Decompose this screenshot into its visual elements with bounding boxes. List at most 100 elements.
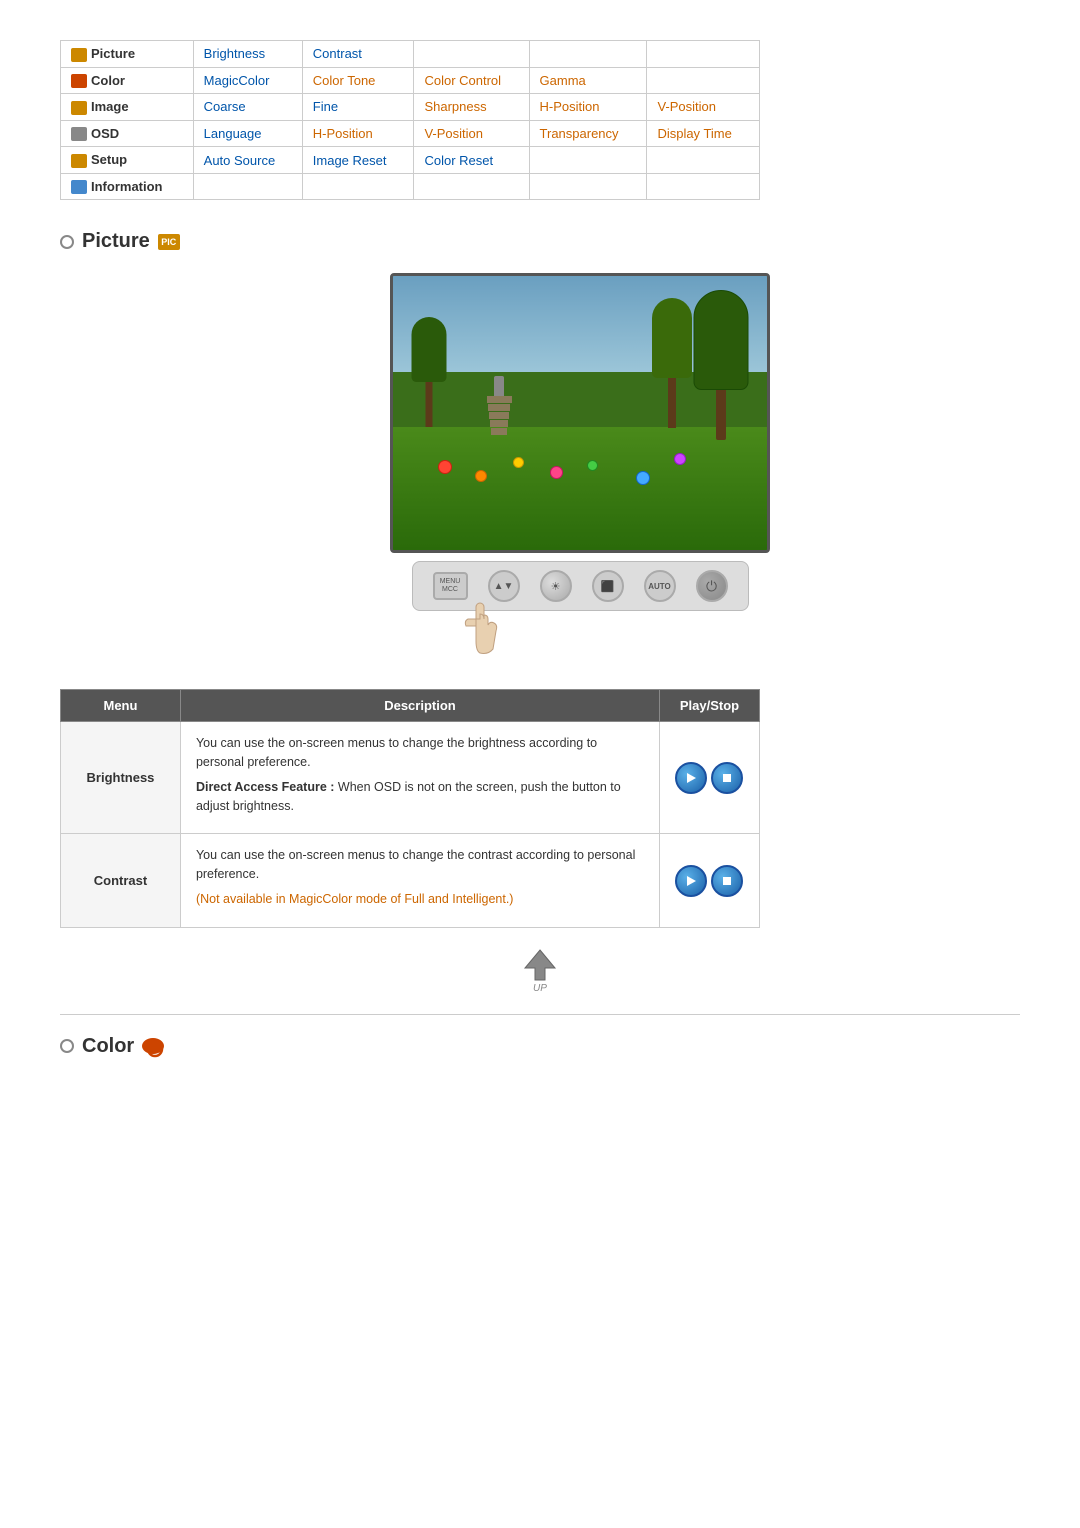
picture-section-heading: Picture PIC [60,230,1020,253]
stop-button-1[interactable] [711,865,743,897]
nav-link-text: Language [204,126,262,141]
up-arrow-container: UP [60,948,1020,994]
nav-label-color: Color [91,73,125,88]
menu-button-label: MENUMCC [440,578,461,595]
play-buttons-0 [675,762,744,794]
nav-link-text: Color Tone [313,73,376,88]
nav-link-3-2[interactable]: V-Position [414,120,529,147]
nav-link-0-4 [647,41,760,68]
table-desc-contrast: You can use the on-screen menus to chang… [180,834,659,927]
color-circle-icon [60,1039,74,1053]
brightness-button[interactable]: ☀ [540,570,572,602]
nav-link-text: Auto Source [204,153,276,168]
nav-link-4-1[interactable]: Image Reset [302,147,414,174]
stop-button-0[interactable] [711,762,743,794]
nav-link-2-3[interactable]: H-Position [529,94,647,121]
nav-link-text: Color Reset [424,153,493,168]
nav-link-text: Display Time [657,126,731,141]
nav-link-4-0[interactable]: Auto Source [193,147,302,174]
play-button-1[interactable] [675,865,707,897]
nav-link-3-4[interactable]: Display Time [647,120,760,147]
nav-link-2-2[interactable]: Sharpness [414,94,529,121]
section-divider [60,1014,1020,1015]
nav-link-text: Color Control [424,73,501,88]
nav-icon-image [71,101,87,115]
nav-link-5-3 [529,173,647,200]
nav-menu-item-information[interactable]: Information [61,173,194,200]
play-button-0[interactable] [675,762,707,794]
color-icon-badge [142,1038,164,1054]
play-buttons-1 [675,865,744,897]
page-wrapper: Picture Brightness Contrast Color MagicColor… [0,0,1080,1118]
nav-link-2-4[interactable]: V-Position [647,94,760,121]
nav-link-text: Brightness [204,46,265,61]
nav-button-label: ▲▼ [494,581,514,592]
auto-button[interactable]: AUTO [644,570,676,602]
desc-line-1-0: You can use the on-screen menus to chang… [196,846,644,884]
nav-link-5-4 [647,173,760,200]
menu-button[interactable]: MENUMCC [433,572,468,600]
nav-link-3-1[interactable]: H-Position [302,120,414,147]
nav-menu-item-osd[interactable]: OSD [61,120,194,147]
up-arrow-svg [520,948,560,983]
nav-link-text: Coarse [204,99,246,114]
nav-link-1-3[interactable]: Gamma [529,67,647,94]
nav-link-5-0 [193,173,302,200]
nav-menu-item-picture[interactable]: Picture [61,41,194,68]
nav-link-1-2[interactable]: Color Control [414,67,529,94]
garden-bg [393,276,767,550]
nav-button[interactable]: ▲▼ [488,570,520,602]
desc-line-0-0: You can use the on-screen menus to chang… [196,734,644,772]
desc-line-1-1: (Not available in MagicColor mode of Ful… [196,890,644,909]
table-header-description: Description [180,690,659,722]
nav-link-text: Sharpness [424,99,486,114]
nav-link-2-1[interactable]: Fine [302,94,414,121]
monitor-screen [390,273,770,553]
table-menu-brightness: Brightness [61,722,181,834]
monitor-container: MENUMCC ▲▼ ☀ ⬛ AUTO ⏻ [140,273,1020,659]
nav-link-text: V-Position [424,126,483,141]
nav-link-text: H-Position [313,126,373,141]
hand-cursor-area [458,601,503,659]
nav-link-2-0[interactable]: Coarse [193,94,302,121]
nav-link-text: V-Position [657,99,716,114]
nav-link-0-1[interactable]: Contrast [302,41,414,68]
nav-link-text: Transparency [540,126,619,141]
nav-link-3-3[interactable]: Transparency [529,120,647,147]
select-button[interactable]: ⬛ [592,570,624,602]
nav-icon-color [71,74,87,88]
power-button[interactable]: ⏻ [696,570,728,602]
nav-label-information: Information [91,179,163,194]
up-arrow-icon: UP [520,948,560,994]
color-section: Color [60,1035,1020,1058]
table-desc-brightness: You can use the on-screen menus to chang… [180,722,659,834]
nav-link-text: MagicColor [204,73,270,88]
nav-menu-item-image[interactable]: Image [61,94,194,121]
brightness-button-label: ☀ [551,580,561,593]
nav-link-text: H-Position [540,99,600,114]
color-section-heading: Color [60,1035,1020,1058]
nav-link-4-2[interactable]: Color Reset [414,147,529,174]
nav-link-1-1[interactable]: Color Tone [302,67,414,94]
nav-label-osd: OSD [91,126,119,141]
nav-link-text: Contrast [313,46,362,61]
nav-link-1-4 [647,67,760,94]
nav-menu-item-setup[interactable]: Setup [61,147,194,174]
nav-label-setup: Setup [91,152,127,167]
nav-table: Picture Brightness Contrast Color MagicColor… [60,40,760,200]
nav-link-1-0[interactable]: MagicColor [193,67,302,94]
nav-label-image: Image [91,99,129,114]
table-header-playstop: Play/Stop [659,690,759,722]
hand-cursor-icon [458,601,503,656]
nav-icon-setup [71,154,87,168]
nav-link-5-1 [302,173,414,200]
desc-line-0-1: Direct Access Feature : When OSD is not … [196,778,644,816]
table-header-menu: Menu [61,690,181,722]
picture-circle-icon [60,235,74,249]
nav-link-4-4 [647,147,760,174]
nav-link-3-0[interactable]: Language [193,120,302,147]
nav-link-0-0[interactable]: Brightness [193,41,302,68]
nav-menu-item-color[interactable]: Color [61,67,194,94]
nav-icon-information [71,180,87,194]
nav-link-text: Image Reset [313,153,387,168]
